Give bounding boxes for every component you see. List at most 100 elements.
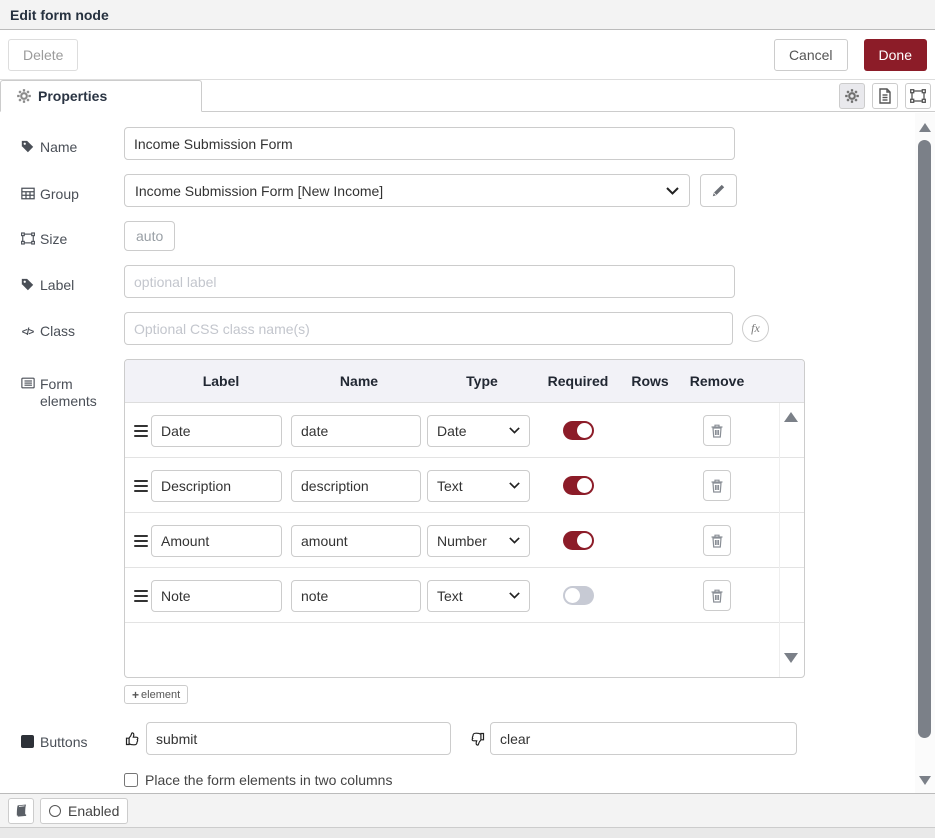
drag-handle-icon[interactable] — [134, 425, 148, 437]
edit-group-button[interactable] — [700, 174, 737, 207]
group-row: Group Income Submission Form [New Income… — [20, 174, 915, 207]
properties-gear-button[interactable] — [839, 83, 865, 109]
table-scroll-track — [779, 403, 780, 677]
remove-element-button[interactable] — [703, 470, 731, 501]
col-header-required: Required — [537, 373, 619, 389]
clear-button-input[interactable] — [490, 722, 797, 755]
appearance-button[interactable] — [905, 83, 931, 109]
required-toggle[interactable] — [563, 421, 594, 440]
element-row-description: Text — [125, 458, 804, 513]
element-row-amount: Number — [125, 513, 804, 568]
remove-element-button[interactable] — [703, 580, 731, 611]
trash-icon — [711, 479, 723, 493]
drag-handle-icon[interactable] — [134, 480, 148, 492]
class-label: </> Class — [20, 316, 124, 341]
tab-properties-label: Properties — [38, 88, 107, 104]
required-toggle[interactable] — [563, 531, 594, 550]
tag-icon — [20, 278, 35, 291]
col-header-name: Name — [291, 373, 427, 389]
table-scroll-up-icon[interactable] — [784, 412, 798, 422]
fx-button[interactable]: fx — [742, 315, 769, 342]
element-label-input[interactable] — [151, 580, 282, 612]
buttons-row: Buttons — [20, 722, 915, 755]
drag-handle-icon[interactable] — [134, 590, 148, 602]
object-group-icon — [910, 89, 926, 103]
element-label-input[interactable] — [151, 525, 282, 557]
size-auto-button[interactable]: auto — [124, 221, 175, 251]
dialog-toolbar: Delete Cancel Done — [0, 30, 935, 80]
tab-icon-buttons — [839, 83, 931, 109]
element-label-input[interactable] — [151, 470, 282, 502]
document-icon — [878, 88, 892, 104]
gear-icon — [17, 89, 31, 103]
cancel-button[interactable]: Cancel — [774, 39, 848, 71]
two-columns-checkbox[interactable] — [124, 773, 138, 787]
tag-icon — [20, 140, 35, 153]
form-elements-row: Form elements Label Name Type Required R… — [20, 359, 915, 704]
name-label: Name — [20, 132, 124, 156]
tab-strip: Properties — [0, 80, 935, 112]
element-label-input[interactable] — [151, 415, 282, 447]
element-name-input[interactable] — [291, 470, 421, 502]
name-input[interactable] — [124, 127, 735, 160]
object-group-icon — [20, 232, 35, 245]
col-header-type: Type — [427, 373, 537, 389]
square-icon — [20, 735, 35, 748]
add-element-button[interactable]: + element — [124, 685, 188, 704]
form-elements-label: Form elements — [20, 359, 124, 410]
table-scroll-down-icon[interactable] — [784, 653, 798, 663]
col-header-remove: Remove — [681, 373, 753, 389]
pencil-icon — [712, 184, 725, 197]
dialog-footer: Enabled — [0, 793, 935, 828]
enabled-toggle-button[interactable]: Enabled — [40, 798, 128, 824]
remove-element-button[interactable] — [703, 525, 731, 556]
tab-properties[interactable]: Properties — [0, 80, 202, 112]
drag-handle-icon[interactable] — [134, 535, 148, 547]
done-button[interactable]: Done — [864, 39, 927, 71]
submit-button-input[interactable] — [146, 722, 451, 755]
form-elements-editor: Label Name Type Required Rows Remove — [124, 359, 805, 704]
thumbs-up-icon — [124, 731, 142, 747]
size-label: Size — [20, 224, 124, 248]
element-type-select[interactable]: Text — [427, 470, 530, 502]
buttons-label: Buttons — [20, 727, 124, 751]
label-label: Label — [20, 270, 124, 294]
group-label: Group — [20, 179, 124, 203]
element-name-input[interactable] — [291, 525, 421, 557]
scroll-up-icon[interactable] — [919, 123, 931, 132]
scroll-down-icon[interactable] — [919, 776, 931, 785]
trash-icon — [711, 589, 723, 603]
element-type-select[interactable]: Text — [427, 580, 530, 612]
element-type-select[interactable]: Number — [427, 525, 530, 557]
chevron-down-icon — [509, 592, 520, 599]
class-row: </> Class fx — [20, 312, 915, 345]
trash-icon — [711, 424, 723, 438]
required-toggle[interactable] — [563, 476, 594, 495]
name-row: Name — [20, 127, 915, 160]
required-toggle[interactable] — [563, 586, 594, 605]
chevron-down-icon — [509, 537, 520, 544]
group-select[interactable]: Income Submission Form [New Income] — [124, 174, 690, 207]
two-columns-label: Place the form elements in two columns — [145, 772, 392, 788]
element-type-select[interactable]: Date — [427, 415, 530, 447]
dialog-scrollbar — [915, 113, 935, 793]
fx-icon: fx — [751, 321, 760, 336]
class-input[interactable] — [124, 312, 733, 345]
element-name-input[interactable] — [291, 415, 421, 447]
trash-icon — [711, 534, 723, 548]
properties-panel: Name Group Income Submission Form [New I… — [0, 113, 915, 793]
remove-element-button[interactable] — [703, 415, 731, 446]
elements-table-header: Label Name Type Required Rows Remove — [125, 360, 804, 403]
table-icon — [20, 187, 35, 200]
scrollbar-thumb[interactable] — [918, 140, 931, 738]
list-alt-icon — [20, 377, 35, 389]
label-input[interactable] — [124, 265, 735, 298]
element-row-note: Text — [125, 568, 804, 623]
chevron-down-icon — [509, 482, 520, 489]
elements-table: Label Name Type Required Rows Remove — [124, 359, 805, 678]
two-columns-row: Place the form elements in two columns — [124, 772, 915, 788]
node-help-button[interactable] — [8, 798, 34, 824]
delete-button[interactable]: Delete — [8, 39, 78, 71]
description-button[interactable] — [872, 83, 898, 109]
element-name-input[interactable] — [291, 580, 421, 612]
